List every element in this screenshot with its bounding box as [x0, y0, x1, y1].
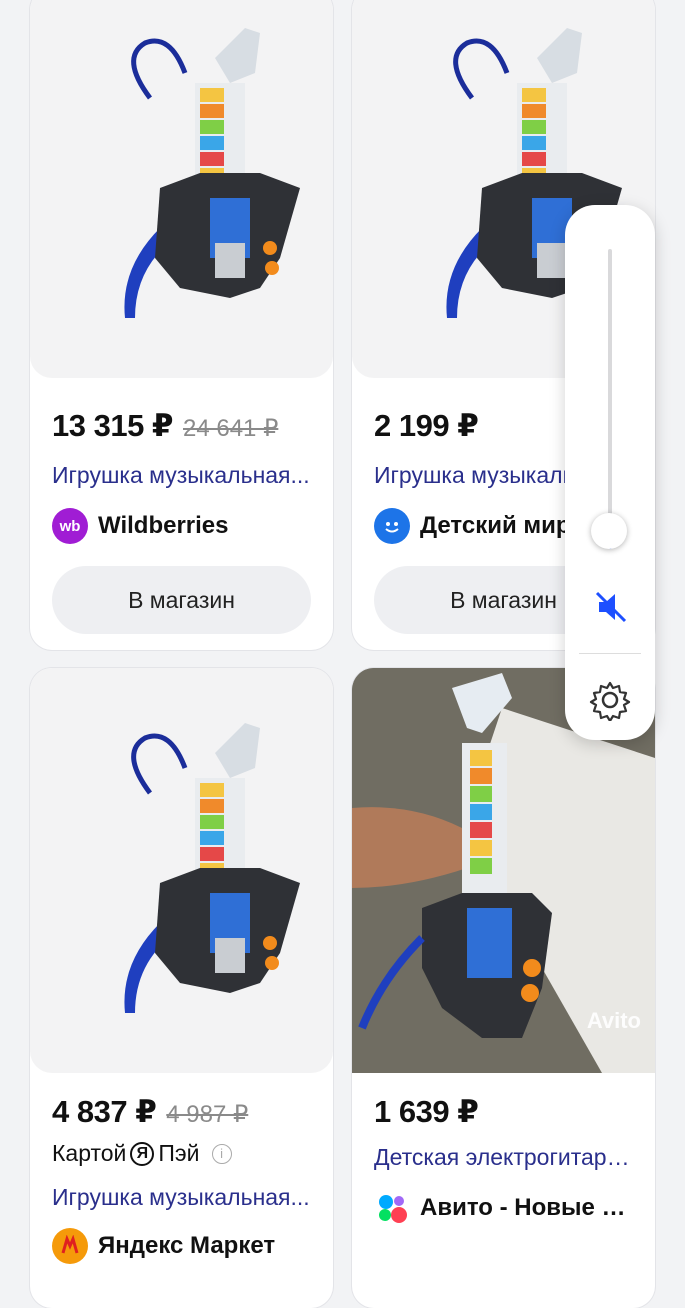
divider	[579, 653, 641, 654]
toy-guitar-image	[124, 28, 300, 318]
info-icon[interactable]: i	[211, 1143, 232, 1164]
yandex-pay-icon: Я	[130, 1141, 155, 1166]
volume-panel	[565, 205, 655, 740]
merchant[interactable]: Яндекс Маркет	[52, 1228, 315, 1264]
pay-text: Картой	[52, 1140, 127, 1166]
price: 4 837 ₽	[52, 1094, 157, 1129]
speaker-muted-icon[interactable]	[591, 587, 631, 627]
wildberries-logo-icon: wb	[52, 508, 88, 544]
avito-watermark: Avito	[586, 1008, 641, 1033]
gear-icon[interactable]	[589, 679, 631, 721]
toy-guitar-image	[124, 723, 300, 1013]
product-title[interactable]: Детская электрогитара...	[374, 1144, 633, 1171]
volume-slider-knob[interactable]	[591, 513, 627, 549]
to-store-button[interactable]: В магазин	[52, 566, 311, 634]
old-price: 4 987 ₽	[166, 1101, 249, 1128]
merchant-name: Яндекс Маркет	[98, 1232, 276, 1259]
product-card-1[interactable]: 13 315 ₽ 24 641 ₽ Игрушка музыкальная...…	[30, 0, 333, 650]
product-title[interactable]: Игрушка музыкальная...	[52, 1184, 311, 1211]
merchant[interactable]: Авито - Новые и б/у	[374, 1190, 637, 1226]
merchant-name: Авито - Новые и б/у	[420, 1194, 637, 1221]
yandex-pay-label: Картой Я Пэй i	[52, 1140, 232, 1167]
price: 13 315 ₽	[52, 408, 174, 443]
yandex-market-logo-icon	[52, 1228, 88, 1264]
detskiy-mir-logo-icon	[374, 508, 410, 544]
price: 1 639 ₽	[374, 1094, 479, 1129]
volume-slider-track[interactable]	[608, 249, 612, 549]
product-card-4[interactable]: Avito 1 639 ₽ Детская электрогитара... А…	[352, 668, 655, 1308]
merchant-name: Wildberries	[98, 512, 229, 539]
price: 2 199 ₽	[374, 408, 479, 443]
merchant[interactable]: wb Wildberries	[52, 508, 315, 544]
avito-logo-icon	[374, 1190, 410, 1226]
merchant-name: Детский мир	[420, 512, 571, 539]
product-title[interactable]: Игрушка музыкальная...	[52, 462, 311, 489]
product-image[interactable]	[30, 0, 333, 378]
pay-text-suffix: Пэй	[158, 1140, 200, 1166]
product-image[interactable]	[30, 668, 333, 1073]
product-card-3[interactable]: 4 837 ₽ 4 987 ₽ Картой Я Пэй i Игрушка м…	[30, 668, 333, 1308]
old-price: 24 641 ₽	[183, 415, 279, 442]
